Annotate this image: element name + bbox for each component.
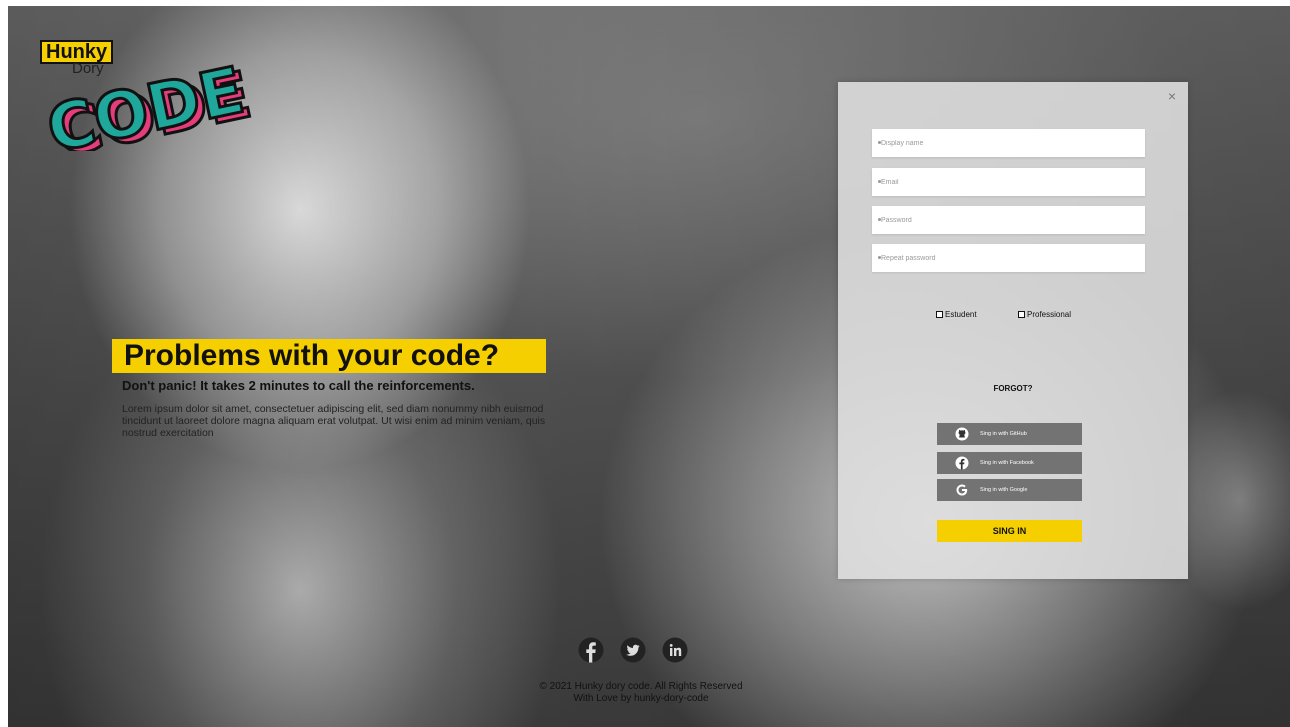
- checkbox-box[interactable]: [936, 311, 943, 318]
- display-name-field-wrap: [872, 129, 1145, 157]
- close-icon[interactable]: ×: [1168, 88, 1176, 104]
- logo[interactable]: Hunky Dory CODE CODE: [38, 40, 288, 151]
- required-dot: [878, 180, 881, 183]
- footer-credit: With Love by hunky-dory-code: [573, 693, 709, 704]
- google-signin-label: Sing in with Google: [980, 487, 1028, 493]
- facebook-icon[interactable]: [578, 637, 604, 663]
- forgot-link[interactable]: FORGOT?: [838, 384, 1188, 393]
- github-icon: [955, 427, 969, 441]
- repeat-password-field-wrap: [872, 244, 1145, 272]
- student-label: Estudent: [945, 310, 977, 319]
- footer-copyright: © 2021 Hunky dory code. All Rights Reser…: [539, 681, 743, 692]
- email-field-wrap: [872, 168, 1145, 196]
- frame-edge-top: [0, 0, 1290, 6]
- display-name-field[interactable]: [872, 129, 1145, 157]
- footer-social-links: [578, 637, 688, 663]
- hero-title: Problems with your code?: [112, 339, 546, 373]
- twitter-icon[interactable]: [620, 637, 646, 663]
- professional-label: Professional: [1027, 310, 1072, 319]
- frame-edge: [0, 0, 8, 727]
- linkedin-icon[interactable]: [662, 637, 688, 663]
- google-signin-button[interactable]: Sing in with Google: [937, 479, 1082, 501]
- signin-button[interactable]: SING IN: [937, 520, 1082, 542]
- required-dot: [878, 141, 881, 144]
- hero-body-text: Lorem ipsum dolor sit amet, consectetuer…: [122, 403, 546, 439]
- professional-checkbox[interactable]: Professional: [1018, 310, 1071, 319]
- hero-subtitle: Don't panic! It takes 2 minutes to call …: [122, 378, 475, 393]
- repeat-password-field[interactable]: [872, 244, 1145, 272]
- signup-panel: × Estudent Professional FORGOT? Sing in …: [838, 82, 1188, 579]
- github-signin-button[interactable]: Sing in with GitHub: [937, 423, 1082, 445]
- required-dot: [878, 218, 881, 221]
- logo-code-mark: CODE CODE: [40, 56, 259, 151]
- required-dot: [878, 256, 881, 259]
- github-signin-label: Sing in with GitHub: [980, 431, 1027, 437]
- checkbox-box[interactable]: [1018, 311, 1025, 318]
- facebook-icon: [955, 456, 969, 470]
- password-field-wrap: [872, 206, 1145, 234]
- email-field[interactable]: [872, 168, 1145, 196]
- footer: © 2021 Hunky dory code. All Rights Reser…: [0, 681, 1282, 705]
- facebook-signin-label: Sing in with Facebook: [980, 460, 1034, 466]
- facebook-signin-button[interactable]: Sing in with Facebook: [937, 452, 1082, 474]
- google-icon: [956, 484, 968, 496]
- student-checkbox[interactable]: Estudent: [936, 310, 977, 319]
- password-field[interactable]: [872, 206, 1145, 234]
